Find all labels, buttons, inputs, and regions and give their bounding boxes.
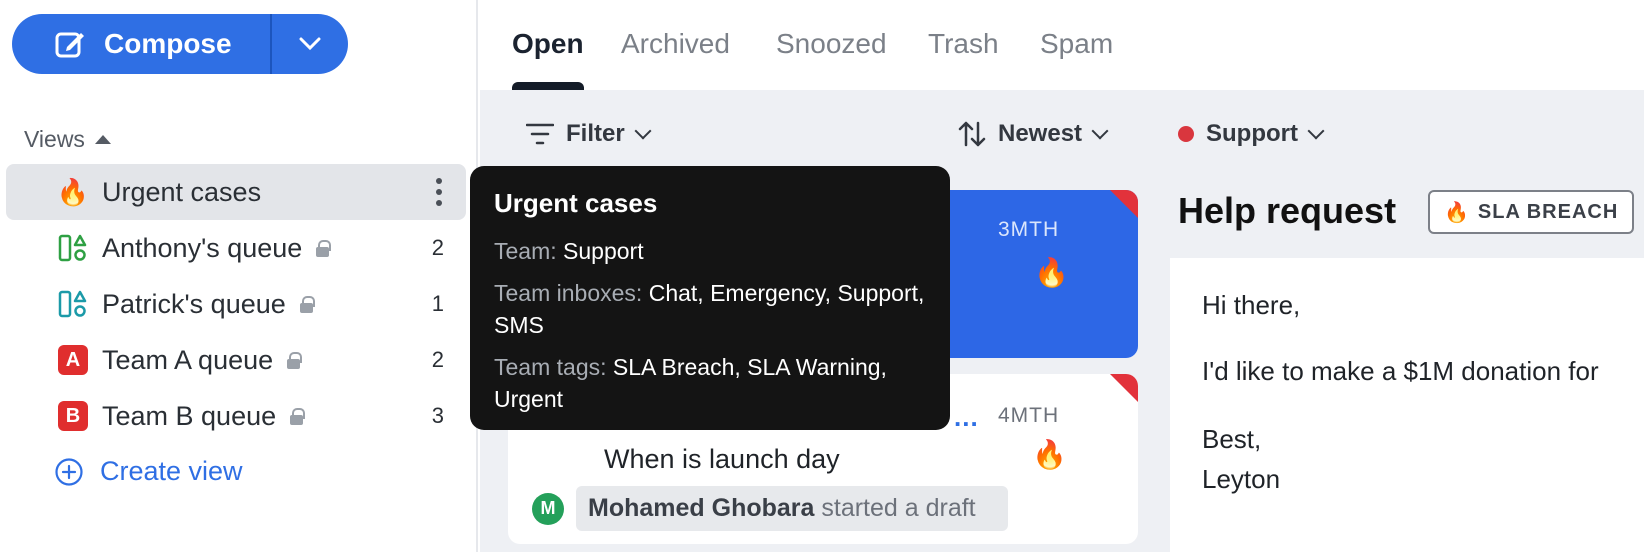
chevron-down-icon (299, 37, 321, 51)
message-line: Leyton (1202, 464, 1281, 494)
message-body: Hi there, I'd like to make a $1M donatio… (1170, 258, 1644, 552)
compose-button-group: Compose (12, 14, 348, 74)
sort-icon (958, 121, 986, 147)
card-subject: When is launch day (604, 444, 840, 474)
letter-b-icon: B (56, 399, 90, 433)
ellipsis-indicator: ... (954, 402, 979, 432)
tooltip-key: Team: (494, 238, 557, 264)
tooltip-inboxes-row: Team inboxes: Chat, Emergency, Support, … (494, 277, 926, 341)
tab-snoozed[interactable]: Snoozed (776, 28, 887, 60)
count-badge: 1 (431, 291, 444, 316)
message-line: I'd like to make a $1M donation for (1202, 356, 1599, 386)
views-heading: Views (24, 126, 85, 152)
card-time: 4MTH (998, 404, 1060, 427)
tab-bar: Open Archived Snoozed Trash Spam (480, 0, 1644, 90)
active-tab-indicator (512, 82, 584, 90)
tooltip-team-row: Team: Support (494, 235, 926, 267)
message-line: Best, (1202, 424, 1262, 454)
views-toggle[interactable]: Views (24, 126, 111, 153)
count-badge: 2 (431, 235, 444, 260)
avatar: M (532, 492, 564, 525)
message-line: Hi there, (1202, 290, 1301, 320)
chevron-down-icon (634, 122, 652, 140)
sort-label: Newest (998, 120, 1083, 147)
urgent-corner-marker (1110, 374, 1138, 402)
lock-icon (316, 239, 332, 257)
more-options-icon[interactable] (436, 178, 442, 206)
tooltip-value: Support (556, 238, 644, 264)
card-time: 3MTH (998, 218, 1060, 241)
letter-a-icon: A (56, 343, 90, 377)
draft-status: Mohamed Ghobara started a draft (576, 486, 1008, 531)
tab-trash[interactable]: Trash (928, 28, 999, 60)
sidebar-item-label: Patrick's queue (102, 289, 315, 320)
tooltip-key: Team tags: (494, 354, 607, 380)
create-view-label: Create view (100, 456, 243, 486)
sidebar-item-team-a-queue[interactable]: A Team A queue 2 (6, 332, 466, 388)
flame-icon: 🔥 (1032, 439, 1067, 470)
sidebar: Compose Views 🔥 Urgent cases Anthony's q… (0, 0, 478, 552)
flame-icon: 🔥 (1034, 257, 1069, 288)
lock-icon (299, 295, 315, 313)
compose-button[interactable]: Compose (12, 14, 270, 74)
queue-icon (56, 287, 90, 321)
sidebar-item-anthonys-queue[interactable]: Anthony's queue 2 (6, 220, 466, 276)
tab-archived[interactable]: Archived (621, 28, 730, 60)
view-tooltip: Urgent cases Team: Support Team inboxes:… (470, 166, 950, 430)
plus-circle-icon (55, 457, 83, 486)
chevron-down-icon (1307, 122, 1325, 140)
sort-button[interactable]: Newest (958, 120, 1109, 148)
compose-label: Compose (104, 28, 232, 59)
filter-icon (526, 123, 554, 145)
queue-icon (56, 231, 90, 265)
sidebar-item-label: Team A queue (102, 345, 303, 376)
sla-breach-tag[interactable]: 🔥 SLA BREACH (1428, 190, 1635, 234)
sidebar-item-urgent-cases[interactable]: 🔥 Urgent cases (6, 164, 466, 220)
count-badge: 3 (431, 403, 444, 428)
tooltip-key: Team inboxes: (494, 280, 643, 306)
team-selector[interactable]: Support (1178, 120, 1325, 148)
compose-icon (55, 32, 84, 58)
filter-label: Filter (566, 120, 625, 147)
chevron-down-icon (1091, 122, 1109, 140)
conversation-title: Help request (1178, 190, 1397, 231)
create-view-link[interactable]: Create view (54, 456, 243, 487)
team-label: Support (1206, 120, 1298, 147)
lock-icon (287, 351, 303, 369)
tab-open[interactable]: Open (512, 28, 584, 60)
caret-up-icon (94, 135, 111, 144)
sidebar-item-patricks-queue[interactable]: Patrick's queue 1 (6, 276, 466, 332)
flame-icon: 🔥 (1444, 201, 1470, 224)
draft-row: M Mohamed Ghobara started a draft (532, 486, 1008, 531)
tooltip-tags-row: Team tags: SLA Breach, SLA Warning, Urge… (494, 351, 926, 415)
sidebar-item-team-b-queue[interactable]: B Team B queue 3 (6, 388, 466, 444)
draft-author: Mohamed Ghobara (588, 494, 815, 522)
lock-icon (290, 407, 306, 425)
count-badge: 2 (431, 347, 444, 372)
team-status-dot (1178, 126, 1194, 142)
tab-spam[interactable]: Spam (1040, 28, 1113, 60)
sidebar-item-label: Urgent cases (102, 176, 262, 207)
flame-icon: 🔥 (56, 176, 90, 207)
sidebar-item-label: Team B queue (102, 401, 306, 432)
urgent-corner-marker (1110, 190, 1138, 218)
tooltip-title: Urgent cases (494, 188, 658, 218)
filter-button[interactable]: Filter (526, 120, 652, 148)
tag-label: SLA BREACH (1477, 200, 1619, 223)
sidebar-item-label: Anthony's queue (102, 233, 332, 264)
draft-text: started a draft (814, 494, 976, 522)
compose-dropdown-button[interactable] (272, 14, 348, 74)
